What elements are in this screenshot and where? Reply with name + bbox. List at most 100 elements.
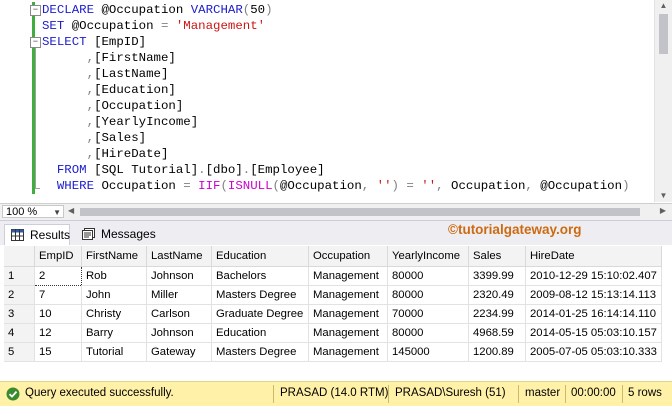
column-header-empid[interactable]: EmpID [34,246,82,267]
code-line[interactable]: ,[LastName] [42,66,169,82]
row-header[interactable]: 4 [4,323,35,343]
table-row[interactable]: 1 2 Rob Johnson Bachelors Management 80000 3399… [4,266,662,286]
cell-hiredate[interactable]: 2014-05-15 05:03:10.157 [525,323,662,343]
cell-firstname[interactable]: Barry [81,323,147,343]
cell-education[interactable]: Education [211,323,309,343]
grid-body: 1 2 Rob Johnson Bachelors Management 80000 3399… [4,266,662,362]
code-token: = [160,19,176,33]
code-token: [FirstName] [94,51,176,65]
cell-occupation[interactable]: Management [308,342,388,362]
cell-occupation[interactable]: Management [308,285,388,305]
status-divider [273,385,274,403]
cell-empid[interactable]: 7 [34,285,82,305]
zoom-select[interactable]: 100 % ▼ [2,205,64,218]
grid-corner[interactable] [4,246,35,267]
tab-results[interactable]: Results [4,224,70,245]
grid-icon [11,229,24,241]
code-line[interactable]: ,[HireDate] [42,146,169,162]
status-divider [388,385,389,403]
scroll-left-icon[interactable]: ◀ [68,206,74,215]
cell-sales[interactable]: 4968.59 [468,323,526,343]
status-server: PRASAD (14.0 RTM) [280,387,389,399]
cell-lastname[interactable]: Gateway [146,342,212,362]
cell-yearlyincome[interactable]: 80000 [387,266,469,286]
cell-hiredate[interactable]: 2010-12-29 15:10:02.407 [525,266,662,286]
cell-sales[interactable]: 2320.49 [468,285,526,305]
cell-education[interactable]: Bachelors [211,266,309,286]
cell-lastname[interactable]: Johnson [146,266,212,286]
code-token: 50 [250,3,266,17]
cell-hiredate[interactable]: 2005-07-05 05:03:10.333 [525,342,662,362]
cell-yearlyincome[interactable]: 70000 [387,304,469,324]
cell-education[interactable]: Masters Degree [211,342,309,362]
scroll-down-icon[interactable]: ▼ [658,191,669,201]
cell-hiredate[interactable]: 2014-01-25 16:14:14.110 [525,304,662,324]
cell-education[interactable]: Graduate Degree [211,304,309,324]
column-header-firstname[interactable]: FirstName [81,246,147,267]
cell-lastname[interactable]: Carlson [146,304,212,324]
cell-education[interactable]: Masters Degree [211,285,309,305]
cell-firstname[interactable]: Christy [81,304,147,324]
cell-lastname[interactable]: Johnson [146,323,212,343]
code-token: FROM [42,163,95,177]
table-row[interactable]: 2 7 John Miller Masters Degree Management 8000… [4,285,662,305]
cell-occupation[interactable]: Management [308,304,388,324]
cell-occupation[interactable]: Management [308,266,388,286]
cell-lastname[interactable]: Miller [146,285,212,305]
cell-firstname[interactable]: John [81,285,147,305]
code-line[interactable]: SELECT [EmpID] [42,34,146,50]
query-editor[interactable]: − − DECLARE @Occupation VARCHAR(50) SET @… [0,0,672,202]
row-header[interactable]: 2 [4,285,35,305]
collapse-toggle-declare[interactable]: − [30,5,41,16]
row-header[interactable]: 1 [4,266,35,286]
results-grid[interactable]: EmpID FirstName LastName Education Occup… [4,246,668,362]
column-header-hiredate[interactable]: HireDate [525,246,662,267]
table-row[interactable]: 5 15 Tutorial Gateway Masters Degree Manageme… [4,342,662,362]
cell-sales[interactable]: 2234.99 [468,304,526,324]
row-header[interactable]: 5 [4,342,35,362]
cell-sales[interactable]: 3399.99 [468,266,526,286]
column-header-sales[interactable]: Sales [468,246,526,267]
cell-empid[interactable]: 10 [34,304,82,324]
code-line[interactable]: ,[Education] [42,82,176,98]
code-line[interactable]: WHERE Occupation = IIF(ISNULL(@Occupatio… [42,178,630,194]
editor-gutter [0,0,32,202]
code-token: [EmpID] [94,35,147,49]
code-line[interactable]: ,[YearlyIncome] [42,114,199,130]
scroll-thumb[interactable] [659,14,668,54]
scroll-up-icon[interactable]: ▲ [658,1,669,11]
cell-firstname[interactable]: Tutorial [81,342,147,362]
cell-hiredate[interactable]: 2009-08-12 15:13:14.113 [525,285,662,305]
code-line[interactable]: ,[Occupation] [42,98,184,114]
code-token: @Occupation [71,19,161,33]
column-header-education[interactable]: Education [211,246,309,267]
scroll-right-icon[interactable]: ▶ [660,206,666,215]
code-line[interactable]: DECLARE @Occupation VARCHAR(50) [42,2,273,18]
zoom-value: 100 % [6,206,38,218]
column-header-lastname[interactable]: LastName [146,246,212,267]
code-line[interactable]: ,[FirstName] [42,50,176,66]
cell-empid[interactable]: 15 [34,342,82,362]
cell-occupation[interactable]: Management [308,323,388,343]
row-header[interactable]: 3 [4,304,35,324]
code-line[interactable]: FROM [SQL Tutorial].[dbo].[Employee] [42,162,325,178]
code-token: , [525,179,541,193]
cell-empid[interactable]: 2 [34,266,82,286]
cell-yearlyincome[interactable]: 80000 [387,323,469,343]
cell-yearlyincome[interactable]: 145000 [387,342,469,362]
collapse-toggle-select[interactable]: − [30,37,41,48]
horizontal-scroll-thumb[interactable] [80,208,640,216]
cell-empid[interactable]: 12 [34,323,82,343]
cell-firstname[interactable]: Rob [81,266,147,286]
code-line[interactable]: SET @Occupation = 'Management' [42,18,265,34]
cell-sales[interactable]: 1200.89 [468,342,526,362]
table-row[interactable]: 4 12 Barry Johnson Education Management 80000 4… [4,323,662,343]
code-line[interactable]: ,[Sales] [42,130,147,146]
tab-messages[interactable]: Messages [76,224,158,245]
column-header-occupation[interactable]: Occupation [308,246,388,267]
table-row[interactable]: 3 10 Christy Carlson Graduate Degree Manageme… [4,304,662,324]
editor-vertical-scrollbar[interactable]: ▲ ▼ [654,0,672,202]
code-token: [Sales] [94,131,147,145]
column-header-yearlyincome[interactable]: YearlyIncome [387,246,469,267]
cell-yearlyincome[interactable]: 80000 [387,285,469,305]
